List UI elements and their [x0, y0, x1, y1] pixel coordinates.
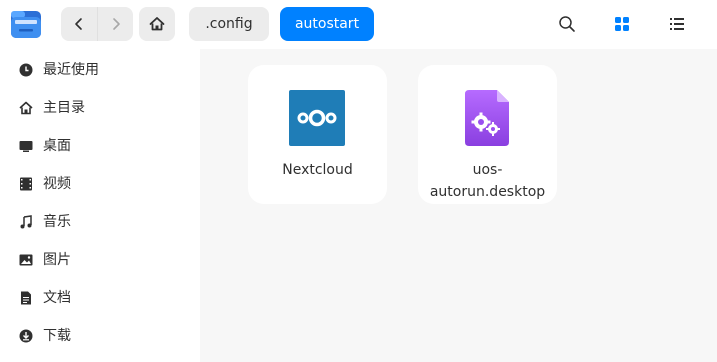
file-name-line: autorun.desktop	[429, 184, 546, 200]
sidebar-item-label: 音乐	[43, 214, 71, 230]
file-item-uos-autorun[interactable]: uos- autorun.desktop	[418, 65, 557, 204]
desktop-file-gear-icon	[465, 90, 509, 146]
search-button[interactable]	[550, 7, 584, 41]
sidebar-item-label: 最近使用	[43, 62, 99, 78]
sidebar: 最近使用 主目录 桌面 视频 音乐 图片 文档 下载	[0, 49, 200, 362]
search-icon	[559, 16, 575, 32]
clock-icon	[18, 62, 34, 78]
sidebar-item-documents[interactable]: 文档	[0, 279, 200, 317]
list-view-icon	[670, 18, 684, 30]
document-icon	[18, 290, 34, 306]
file-name: uos- autorun.desktop	[418, 159, 557, 203]
chevron-right-icon	[112, 18, 120, 30]
sidebar-item-home[interactable]: 主目录	[0, 89, 200, 127]
sidebar-item-recent[interactable]: 最近使用	[0, 51, 200, 89]
sidebar-item-label: 文档	[43, 290, 71, 306]
sidebar-item-label: 视频	[43, 176, 71, 192]
grid-view-icon	[615, 17, 629, 31]
home-icon	[18, 100, 34, 116]
nextcloud-icon	[289, 90, 345, 146]
chevron-left-icon	[75, 18, 82, 30]
back-button[interactable]	[61, 7, 97, 41]
breadcrumb-item-autostart[interactable]: autostart	[280, 7, 374, 41]
list-view-button[interactable]	[660, 7, 694, 41]
home-icon	[149, 17, 165, 31]
home-button[interactable]	[139, 7, 175, 41]
picture-icon	[18, 252, 34, 268]
video-icon	[18, 176, 34, 192]
download-icon	[18, 328, 34, 344]
breadcrumb-item-config[interactable]: .config	[189, 7, 269, 41]
forward-button[interactable]	[97, 7, 133, 41]
sidebar-item-label: 主目录	[43, 100, 85, 116]
sidebar-item-downloads[interactable]: 下载	[0, 317, 200, 355]
sidebar-item-desktop[interactable]: 桌面	[0, 127, 200, 165]
folder-icon[interactable]	[10, 8, 42, 40]
sidebar-item-pictures[interactable]: 图片	[0, 241, 200, 279]
sidebar-item-label: 图片	[43, 252, 71, 268]
sidebar-item-video[interactable]: 视频	[0, 165, 200, 203]
navigation-buttons	[61, 7, 133, 41]
sidebar-item-music[interactable]: 音乐	[0, 203, 200, 241]
grid-view-button[interactable]	[605, 7, 639, 41]
desktop-icon	[18, 138, 34, 154]
music-icon	[18, 214, 34, 230]
file-view: Nextcloud uos- autorun.desktop	[200, 49, 717, 362]
file-name: Nextcloud	[282, 162, 353, 178]
sidebar-item-label: 桌面	[43, 138, 71, 154]
sidebar-item-label: 下载	[43, 328, 71, 344]
file-item-nextcloud[interactable]: Nextcloud	[248, 65, 387, 204]
file-name-line: uos-	[472, 162, 503, 178]
toolbar: .config autostart	[0, 0, 717, 49]
